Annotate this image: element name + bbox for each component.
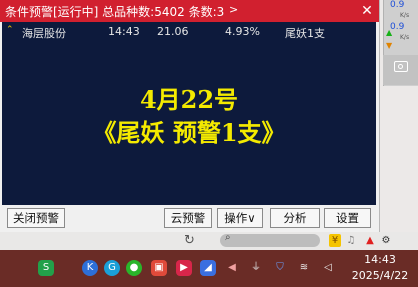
close-alert-button[interactable]: 关闭预警 <box>7 208 65 228</box>
settings-button[interactable]: 设置 <box>324 208 371 228</box>
alert-window: 条件预警[运行中] 总品种数:5402 条数:3 > ✕ ⌃ 海层股份 14:4… <box>0 0 380 232</box>
refresh-icon[interactable]: ↻ <box>184 232 195 250</box>
search-box[interactable]: ⌕ <box>220 232 320 247</box>
camera-icon[interactable] <box>394 61 408 72</box>
close-button[interactable]: ✕ <box>356 0 378 22</box>
title-more-icon[interactable]: > <box>229 3 238 16</box>
volume-icon[interactable]: ◁ <box>320 260 336 276</box>
alert-note: 尾妖1支 <box>285 27 325 40</box>
usb-icon[interactable]: ⏚ <box>248 260 264 276</box>
download-arrow-icon: ▼ <box>386 41 393 50</box>
upload-arrow-icon: ▲ <box>386 28 393 37</box>
blue-app-icon[interactable]: ◢ <box>200 260 216 276</box>
bell-icon[interactable]: ♫ <box>345 234 357 247</box>
banner-date: 4月22号 <box>139 85 239 114</box>
wechat-icon[interactable]: ● <box>126 260 142 276</box>
signal-icon[interactable]: ▲ <box>364 234 376 247</box>
wifi-icon[interactable]: ≋ <box>296 260 312 276</box>
cloud-alert-button[interactable]: 云预警 <box>164 208 212 228</box>
window-title: 条件预警[运行中] 总品种数:5402 条数:3 <box>5 5 225 19</box>
analyze-button[interactable]: 分析 <box>270 208 320 228</box>
button-bar: 关闭预警 云预警 操作∨ 分析 设置 <box>0 205 379 232</box>
settings-icon[interactable]: ⚙ <box>380 234 392 247</box>
browser-icon[interactable]: G <box>104 260 120 276</box>
upload-unit: K/s <box>400 12 410 19</box>
stock-price: 21.06 <box>157 25 189 38</box>
clock-time: 14:43 <box>364 253 396 266</box>
search-icon: ⌕ <box>225 232 231 243</box>
alert-list: ⌃ 海层股份 14:43 21.06 4.93% 尾妖1支 4月22号 《尾妖 … <box>2 22 376 205</box>
banner-caption: 《尾妖 预警1支》 <box>92 118 286 147</box>
upload-speed: 0.9 <box>390 0 405 10</box>
rise-icon: ⌃ <box>6 25 14 35</box>
operate-button[interactable]: 操作∨ <box>217 208 263 228</box>
system-clock[interactable]: 14:43 2025/4/22 <box>344 252 416 284</box>
speaker-mute-icon[interactable]: ◀ <box>224 260 240 276</box>
alert-row[interactable]: ⌃ 海层股份 14:43 21.06 4.93% 尾妖1支 <box>2 25 376 41</box>
red-app-icon[interactable]: ▣ <box>151 260 167 276</box>
stock-name: 海层股份 <box>22 27 66 40</box>
coin-icon[interactable]: ¥ <box>329 234 341 247</box>
alert-time: 14:43 <box>108 25 140 38</box>
overlay-banner: 4月22号 《尾妖 预警1支》 <box>2 86 376 148</box>
stock-change: 4.93% <box>225 25 260 38</box>
media-app-icon[interactable]: ▶ <box>176 260 192 276</box>
download-unit: K/s <box>400 34 410 41</box>
shield-icon[interactable]: ⛉ <box>272 260 288 276</box>
clock-date: 2025/4/22 <box>351 269 409 282</box>
title-bar[interactable]: 条件预警[运行中] 总品种数:5402 条数:3 > ✕ <box>0 0 379 22</box>
tool-strip: ↻ ⌕ ¥ ♫ ▲ ⚙ <box>0 232 418 250</box>
k-app-icon[interactable]: K <box>82 260 98 276</box>
s-app-icon[interactable]: S <box>38 260 54 276</box>
